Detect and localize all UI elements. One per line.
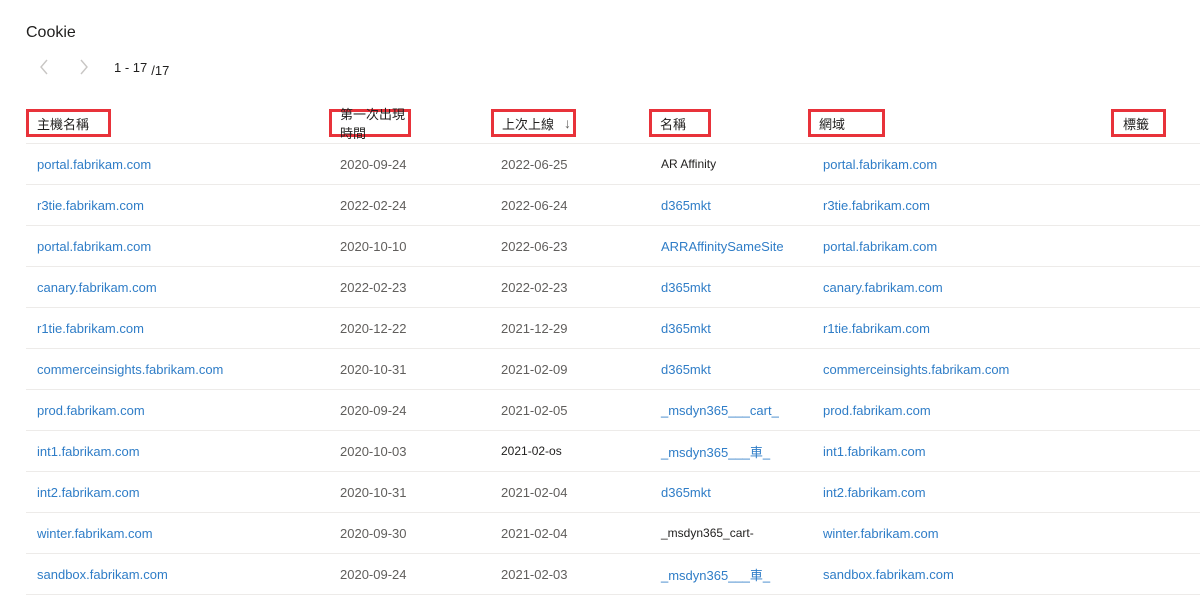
domain-link[interactable]: portal.fabrikam.com xyxy=(823,144,937,184)
table-row[interactable]: winter.fabrikam.com 2020-09-30 2021-02-04 _… xyxy=(26,513,1200,554)
first-seen-cell: 2020-10-31 xyxy=(340,361,407,377)
cookie-name-link[interactable]: d365mkt xyxy=(661,308,711,348)
host-link[interactable]: int2.fabrikam.com xyxy=(37,472,140,512)
host-link[interactable]: portal.fabrikam.com xyxy=(37,144,151,184)
table-row[interactable]: int1.fabrikam.com 2020-10-03 2021-02-os _ms… xyxy=(26,431,1200,472)
column-header-name[interactable]: 名稱 xyxy=(649,109,711,137)
domain-link[interactable]: r3tie.fabrikam.com xyxy=(823,185,930,225)
domain-link[interactable]: r1tie.fabrikam.com xyxy=(823,308,930,348)
first-seen-cell: 2020-10-10 xyxy=(340,238,407,254)
host-link[interactable]: r3tie.fabrikam.com xyxy=(37,185,144,225)
column-header-domain[interactable]: 網域 xyxy=(808,109,885,137)
domain-link[interactable]: int1.fabrikam.com xyxy=(823,431,926,471)
table-row[interactable]: portal.fabrikam.com 2020-10-10 2022-06-23 A… xyxy=(26,226,1200,267)
cookie-name-link[interactable]: ARRAffinitySameSite xyxy=(661,226,784,266)
first-seen-cell: 2020-09-24 xyxy=(340,566,407,582)
table-body: portal.fabrikam.com 2020-09-24 2022-06-25 A… xyxy=(26,144,1200,595)
last-seen-cell: 2022-06-24 xyxy=(501,197,568,213)
last-seen-cell: 2022-02-23 xyxy=(501,279,568,295)
page-total: /17 xyxy=(151,62,170,78)
last-seen-cell: 2022-06-23 xyxy=(501,238,568,254)
first-seen-cell: 2020-09-24 xyxy=(340,402,407,418)
column-header-label: 第一次出現時間 xyxy=(340,107,406,141)
column-header-last-seen[interactable]: 上次上線 ↓ xyxy=(491,109,576,137)
table-header: 主機名稱 第一次出現時間 上次上線 ↓ 名稱 網域 標籤 xyxy=(26,103,1200,144)
first-seen-cell: 2020-09-30 xyxy=(340,525,407,541)
host-link[interactable]: prod.fabrikam.com xyxy=(37,390,145,430)
host-link[interactable]: portal.fabrikam.com xyxy=(37,226,151,266)
domain-link[interactable]: winter.fabrikam.com xyxy=(823,513,939,553)
table-row[interactable]: int2.fabrikam.com 2020-10-31 2021-02-04 d36… xyxy=(26,472,1200,513)
table-row[interactable]: r1tie.fabrikam.com 2020-12-22 2021-12-29 d3… xyxy=(26,308,1200,349)
cookie-table: 主機名稱 第一次出現時間 上次上線 ↓ 名稱 網域 標籤 portal.fabr… xyxy=(26,103,1200,595)
host-link[interactable]: winter.fabrikam.com xyxy=(37,513,153,553)
last-seen-cell: 2021-02-04 xyxy=(501,525,568,541)
table-row[interactable]: portal.fabrikam.com 2020-09-24 2022-06-25 A… xyxy=(26,144,1200,185)
cookie-name-link[interactable]: d365mkt xyxy=(661,267,711,307)
page-title: Cookie xyxy=(26,24,76,41)
cookie-name-link[interactable]: d365mkt xyxy=(661,472,711,512)
cookie-name-link[interactable]: _msdyn365_cart- xyxy=(661,513,754,553)
domain-link[interactable]: commerceinsights.fabrikam.com xyxy=(823,349,1009,389)
host-link[interactable]: int1.fabrikam.com xyxy=(37,431,140,471)
last-seen-cell: 2021-02-04 xyxy=(501,484,568,500)
domain-link[interactable]: prod.fabrikam.com xyxy=(823,390,931,430)
domain-link[interactable]: int2.fabrikam.com xyxy=(823,472,926,512)
first-seen-cell: 2022-02-23 xyxy=(340,279,407,295)
last-seen-cell: 2021-02-05 xyxy=(501,402,568,418)
last-seen-cell: 2021-02-os xyxy=(501,444,562,458)
column-header-label: 名稱 xyxy=(660,116,687,132)
column-header-label: 主機名稱 xyxy=(37,116,90,132)
host-link[interactable]: commerceinsights.fabrikam.com xyxy=(37,349,223,389)
first-seen-cell: 2020-09-24 xyxy=(340,156,407,172)
first-seen-cell: 2020-10-31 xyxy=(340,484,407,500)
chevron-left-icon xyxy=(40,59,48,75)
previous-page-button[interactable] xyxy=(34,57,54,77)
host-link[interactable]: r1tie.fabrikam.com xyxy=(37,308,144,348)
domain-link[interactable]: canary.fabrikam.com xyxy=(823,267,943,307)
column-header-label: 上次上線 xyxy=(502,116,555,132)
table-row[interactable]: prod.fabrikam.com 2020-09-24 2021-02-05 _ms… xyxy=(26,390,1200,431)
cookie-name-link[interactable]: _msdyn365___車_ xyxy=(661,431,770,471)
cookie-name-link[interactable]: d365mkt xyxy=(661,185,711,225)
table-row[interactable]: r3tie.fabrikam.com 2022-02-24 2022-06-24 d3… xyxy=(26,185,1200,226)
host-link[interactable]: canary.fabrikam.com xyxy=(37,267,157,307)
table-row[interactable]: canary.fabrikam.com 2022-02-23 2022-02-23 d… xyxy=(26,267,1200,308)
domain-link[interactable]: portal.fabrikam.com xyxy=(823,226,937,266)
first-seen-cell: 2020-10-03 xyxy=(340,443,407,459)
column-header-tags[interactable]: 標籤 xyxy=(1111,109,1166,137)
last-seen-cell: 2021-12-29 xyxy=(501,320,568,336)
cookie-name-link[interactable]: _msdyn365___cart_ xyxy=(661,390,779,430)
sort-descending-icon: ↓ xyxy=(564,115,572,131)
table-row[interactable]: sandbox.fabrikam.com 2020-09-24 2021-02-03… xyxy=(26,554,1200,595)
domain-link[interactable]: sandbox.fabrikam.com xyxy=(823,554,954,594)
host-link[interactable]: sandbox.fabrikam.com xyxy=(37,554,168,594)
last-seen-cell: 2021-02-03 xyxy=(501,566,568,582)
column-header-first-seen[interactable]: 第一次出現時間 xyxy=(329,107,411,141)
cookie-name-link[interactable]: d365mkt xyxy=(661,349,711,389)
first-seen-cell: 2022-02-24 xyxy=(340,197,407,213)
pagination: 1 - 17 /17 xyxy=(34,56,169,78)
last-seen-cell: 2021-02-09 xyxy=(501,361,568,377)
column-header-label: 標籤 xyxy=(1123,116,1150,132)
next-page-button[interactable] xyxy=(74,57,94,77)
column-header-host[interactable]: 主機名稱 xyxy=(26,109,111,137)
cookie-name-link[interactable]: AR Affinity xyxy=(661,144,716,184)
table-row[interactable]: commerceinsights.fabrikam.com 2020-10-31 2… xyxy=(26,349,1200,390)
cookie-name-link[interactable]: _msdyn365___車_ xyxy=(661,554,770,594)
first-seen-cell: 2020-12-22 xyxy=(340,320,407,336)
last-seen-cell: 2022-06-25 xyxy=(501,156,568,172)
page-range: 1 - 17 xyxy=(114,59,148,75)
chevron-right-icon xyxy=(80,59,88,75)
column-header-label: 網域 xyxy=(819,116,846,132)
